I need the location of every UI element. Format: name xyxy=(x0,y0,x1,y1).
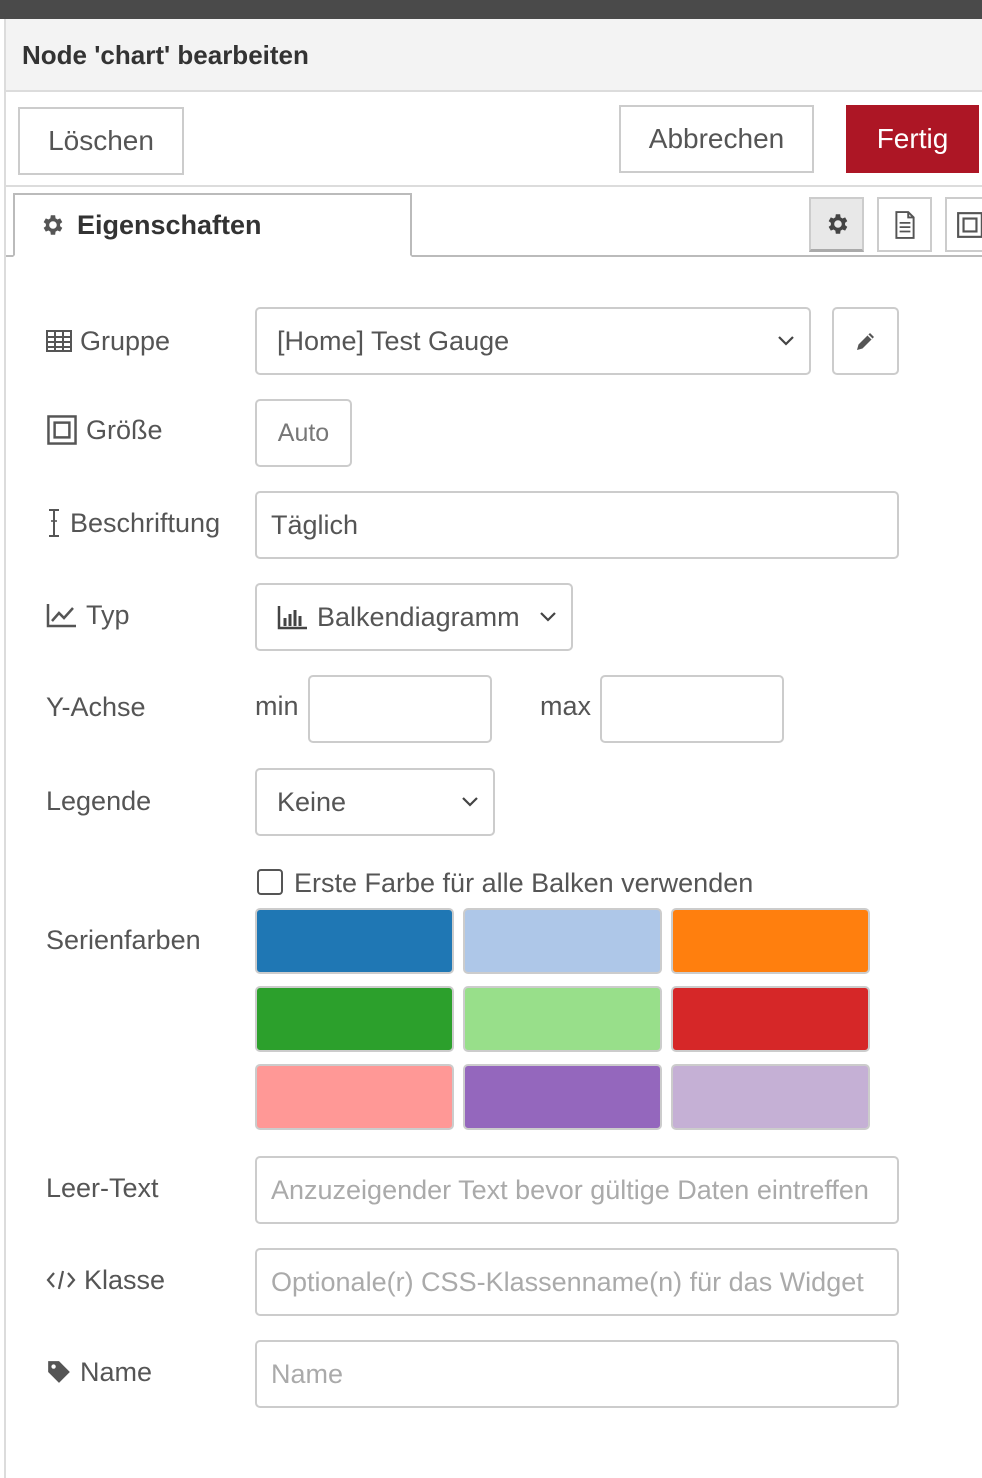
series-color-swatch[interactable] xyxy=(671,986,870,1052)
tray-title: Node 'chart' bearbeiten xyxy=(22,40,309,70)
type-label-text: Typ xyxy=(86,599,130,630)
use-first-color-checkbox[interactable] xyxy=(257,869,283,895)
use-first-color-label: Erste Farbe für alle Balken verwenden xyxy=(294,868,754,898)
chevron-down-icon xyxy=(778,336,794,346)
line-chart-icon xyxy=(46,604,76,628)
bar-chart-icon xyxy=(277,606,307,630)
type-label: Typ xyxy=(46,595,130,635)
name-label: Name xyxy=(46,1352,152,1392)
series-color-swatch[interactable] xyxy=(671,908,870,974)
y-axis-label: Y-Achse xyxy=(46,691,146,722)
tab-appearance-button[interactable] xyxy=(945,197,982,252)
toolbar-divider xyxy=(6,185,982,187)
class-label-text: Klasse xyxy=(84,1264,166,1295)
name-input[interactable]: Name xyxy=(255,1340,899,1408)
y-axis-max-input[interactable] xyxy=(600,675,784,743)
chevron-down-icon xyxy=(540,612,556,622)
chevron-down-icon xyxy=(462,797,478,807)
table-icon xyxy=(46,330,72,352)
tab-settings-button[interactable] xyxy=(809,197,864,252)
gear-icon xyxy=(828,214,847,234)
series-color-swatch[interactable] xyxy=(463,986,662,1052)
group-label: Gruppe xyxy=(46,321,170,361)
tab-description-button[interactable] xyxy=(877,197,932,252)
y-axis-max-label: max xyxy=(540,691,592,721)
legend-label: Legende xyxy=(46,785,152,816)
resize-icon xyxy=(47,415,77,445)
series-color-swatch[interactable] xyxy=(255,1064,454,1130)
name-placeholder: Name xyxy=(271,1358,344,1389)
document-icon xyxy=(894,210,915,239)
delete-button[interactable]: Löschen xyxy=(18,107,184,175)
tab-properties[interactable]: Eigenschaften xyxy=(13,193,412,257)
size-button[interactable]: Auto xyxy=(255,399,352,467)
tab-properties-label: Eigenschaften xyxy=(77,209,262,240)
tag-icon xyxy=(48,1361,70,1383)
gear-icon xyxy=(43,215,63,235)
top-bar xyxy=(0,0,982,19)
series-color-swatch[interactable] xyxy=(255,908,454,974)
size-label: Größe xyxy=(46,410,163,450)
group-select[interactable]: [Home] Test Gauge xyxy=(255,307,811,375)
caption-input[interactable]: Täglich xyxy=(255,491,899,559)
caption-label-text: Beschriftung xyxy=(70,507,221,538)
type-select-value: Balkendiagramm xyxy=(317,601,520,632)
type-select[interactable]: Balkendiagramm xyxy=(255,583,573,651)
cancel-button[interactable]: Abbrechen xyxy=(619,105,814,173)
legend-select-value: Keine xyxy=(277,786,347,817)
series-color-swatch[interactable] xyxy=(671,1064,870,1130)
edit-tray: Node 'chart' bearbeiten Löschen Abbreche… xyxy=(4,19,982,1478)
group-label-text: Gruppe xyxy=(80,325,171,356)
caption-input-value: Täglich xyxy=(271,509,359,540)
class-label: Klasse xyxy=(46,1260,165,1300)
size-label-text: Größe xyxy=(86,414,163,445)
edit-group-button[interactable] xyxy=(832,307,899,375)
resize-icon xyxy=(957,211,982,238)
y-axis-min-input[interactable] xyxy=(308,675,492,743)
series-color-swatch[interactable] xyxy=(463,1064,662,1130)
empty-text-placeholder: Anzuzeigender Text bevor gültige Daten e… xyxy=(271,1174,869,1205)
pencil-icon xyxy=(856,333,874,350)
class-placeholder: Optionale(r) CSS-Klassenname(n) für das … xyxy=(271,1266,864,1297)
tray-header: Node 'chart' bearbeiten xyxy=(6,19,982,92)
done-button[interactable]: Fertig xyxy=(846,105,979,173)
group-select-value: [Home] Test Gauge xyxy=(277,325,510,356)
series-color-swatch[interactable] xyxy=(463,908,662,974)
empty-text-input[interactable]: Anzuzeigender Text bevor gültige Daten e… xyxy=(255,1156,899,1224)
text-cursor-icon xyxy=(49,509,59,537)
class-input[interactable]: Optionale(r) CSS-Klassenname(n) für das … xyxy=(255,1248,899,1316)
caption-label: Beschriftung xyxy=(46,503,220,543)
series-color-swatch[interactable] xyxy=(255,986,454,1052)
code-icon xyxy=(46,1270,76,1290)
empty-text-label: Leer-Text xyxy=(46,1172,159,1203)
name-label-text: Name xyxy=(80,1356,153,1387)
legend-select[interactable]: Keine xyxy=(255,768,495,836)
y-axis-min-label: min xyxy=(255,691,299,721)
series-colors-label: Serienfarben xyxy=(46,924,201,955)
